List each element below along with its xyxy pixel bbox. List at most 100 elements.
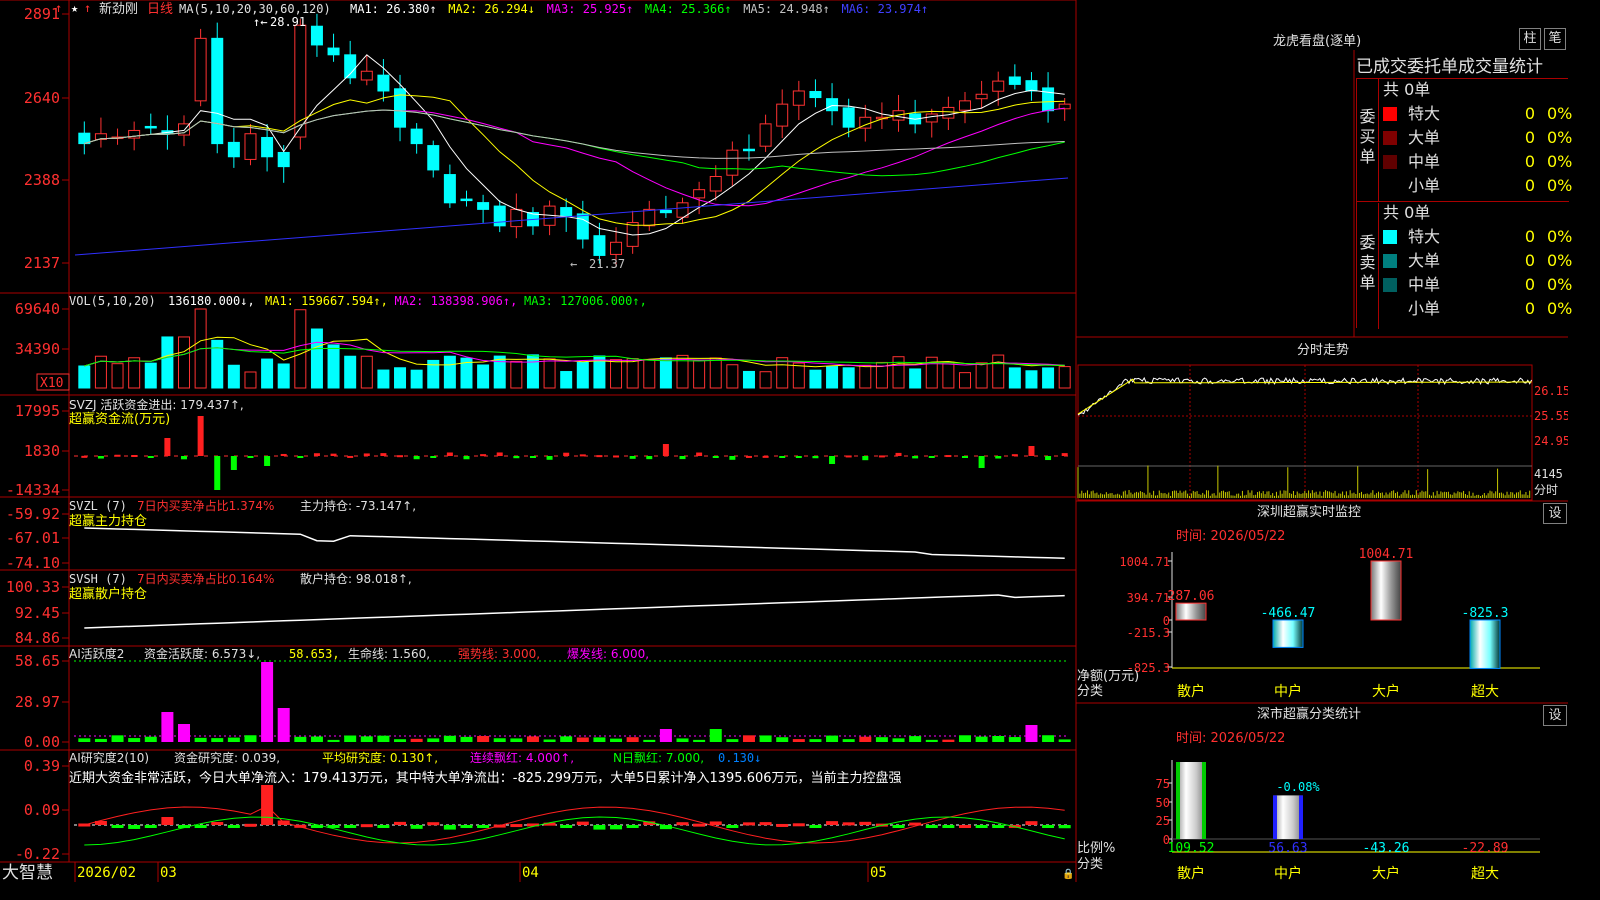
- activity-bar: [493, 738, 506, 742]
- fund-flow-bar: [978, 456, 985, 468]
- classify-ylabel: 比例%: [1077, 841, 1115, 856]
- fund-flow-bar: [463, 456, 470, 460]
- volume-bar: [294, 309, 307, 389]
- research-bar: [776, 823, 789, 827]
- fund-flow-bar: [613, 455, 620, 458]
- activity-bar: [942, 739, 955, 742]
- fund-flow-bar: [197, 416, 204, 456]
- fund-flow-bar: [912, 456, 919, 459]
- volume-bar: [693, 360, 706, 389]
- ai1-strong: 强势线: 3.000,: [458, 647, 540, 661]
- candle: [493, 205, 506, 227]
- volume-bar: [443, 355, 456, 389]
- ma-params-label: MA(5,10,20,30,60,120): [179, 2, 331, 16]
- monitor-axis-label: 394.71: [1127, 591, 1170, 605]
- volume-bar: [776, 357, 789, 389]
- fund-flow-bar: [380, 453, 387, 456]
- volume-bar: [892, 356, 905, 389]
- fund-flow-bar: [596, 455, 603, 458]
- classify-settings-button[interactable]: 设: [1543, 705, 1567, 726]
- candle: [826, 98, 839, 112]
- fund-flow-bar: [446, 452, 453, 456]
- fund-flow-bar: [529, 456, 536, 458]
- ai1-lifeline: 生命线: 1.560,: [348, 646, 430, 661]
- volume-bar: [1042, 367, 1055, 389]
- classify-xlabel: 分类: [1077, 857, 1103, 872]
- svzj-sub: 超赢资金流(万元): [69, 411, 170, 427]
- monitor-title: 深圳超赢实时监控: [1256, 505, 1361, 520]
- candle: [144, 125, 157, 129]
- activity-bar: [726, 739, 739, 742]
- fund-flow-bar: [214, 456, 221, 490]
- research-bar: [742, 822, 755, 826]
- volume-bar: [1025, 370, 1038, 389]
- svzj-axis-label: 1830: [24, 442, 60, 460]
- volume-bar: [826, 366, 839, 389]
- volume-bar: [277, 363, 290, 389]
- volume-bar: [975, 362, 988, 389]
- activity-bar: [875, 737, 888, 742]
- ai1-label: AI活跃度2: [69, 646, 124, 661]
- research-bar: [394, 821, 407, 825]
- candle: [310, 25, 323, 46]
- volume-bar: [344, 355, 357, 389]
- research-bar: [1025, 821, 1038, 825]
- vol-label: VOL(5,10,20): [69, 294, 156, 308]
- ma-value: MA6: 23.974↑: [842, 2, 929, 16]
- volume-bar: [610, 359, 623, 389]
- volume-bar: [360, 355, 373, 389]
- candle: [792, 90, 805, 106]
- candle: [776, 103, 789, 127]
- sell-row: 小单 0 0%: [1383, 298, 1572, 320]
- candle: [427, 145, 440, 171]
- sell-total: 共 0单: [1383, 203, 1431, 222]
- volume-bar: [144, 362, 157, 389]
- activity-bar: [161, 712, 174, 742]
- buy-pct: 0%: [1547, 128, 1573, 147]
- fund-flow-bar: [579, 454, 586, 457]
- monitor-bar: [1469, 619, 1501, 669]
- activity-bar: [925, 739, 938, 742]
- stock-chart-canvas[interactable]: 289126402388213728.9121.37↑←←↑ ★ ↑ 新劲刚 日线 MA(…: [0, 0, 1568, 882]
- vol-ma-value: MA1: 159667.594↑,: [265, 294, 388, 308]
- svsh-label: SVSH (7): [69, 572, 127, 586]
- activity-bar: [277, 708, 290, 742]
- buy-row: 中单 0 0%: [1383, 151, 1572, 173]
- date-label: 04: [522, 865, 539, 881]
- fund-flow-bar: [745, 455, 752, 458]
- svzl-sub: 超赢主力持仓: [69, 513, 147, 529]
- fund-flow-bar: [878, 455, 885, 458]
- monitor-settings-button[interactable]: 设: [1543, 503, 1567, 524]
- fund-flow-bar: [812, 456, 819, 459]
- activity-bar: [377, 735, 390, 742]
- sell-side-label: 委卖单: [1357, 203, 1379, 329]
- fund-flow-bar: [247, 456, 254, 458]
- vol-axis-label: 34390: [15, 340, 60, 358]
- bar-mode-button[interactable]: 柱: [1519, 28, 1541, 50]
- fund-flow-bar: [679, 456, 686, 460]
- fund-flow-bar: [1045, 456, 1052, 461]
- activity-bar: [94, 738, 107, 742]
- fund-flow-bar: [762, 455, 769, 458]
- research-bar: [892, 825, 905, 828]
- svzl-axis-label: -74.10: [6, 554, 60, 572]
- vol-ma-value: MA3: 127006.000↑,: [524, 294, 647, 308]
- candle: [693, 189, 706, 199]
- volume-bar: [726, 364, 739, 389]
- sell-count: 0: [1524, 275, 1535, 294]
- activity-bar: [643, 739, 656, 742]
- fund-flow-bar: [280, 453, 287, 456]
- tick-mode-button[interactable]: 笔: [1544, 28, 1566, 50]
- ai2-avg2: 0.130↓: [718, 751, 761, 765]
- volume-bar: [327, 344, 340, 389]
- candle: [244, 133, 257, 160]
- activity-bar: [194, 737, 207, 742]
- svzl-axis-label: -67.01: [6, 529, 60, 547]
- research-bar: [610, 825, 623, 830]
- buy-name: 小单: [1408, 176, 1441, 195]
- fund-flow-bar: [696, 452, 703, 456]
- research-bar: [360, 824, 373, 828]
- price-axis-label: 2640: [24, 89, 60, 107]
- activity-bar: [842, 739, 855, 742]
- research-bar: [128, 825, 141, 829]
